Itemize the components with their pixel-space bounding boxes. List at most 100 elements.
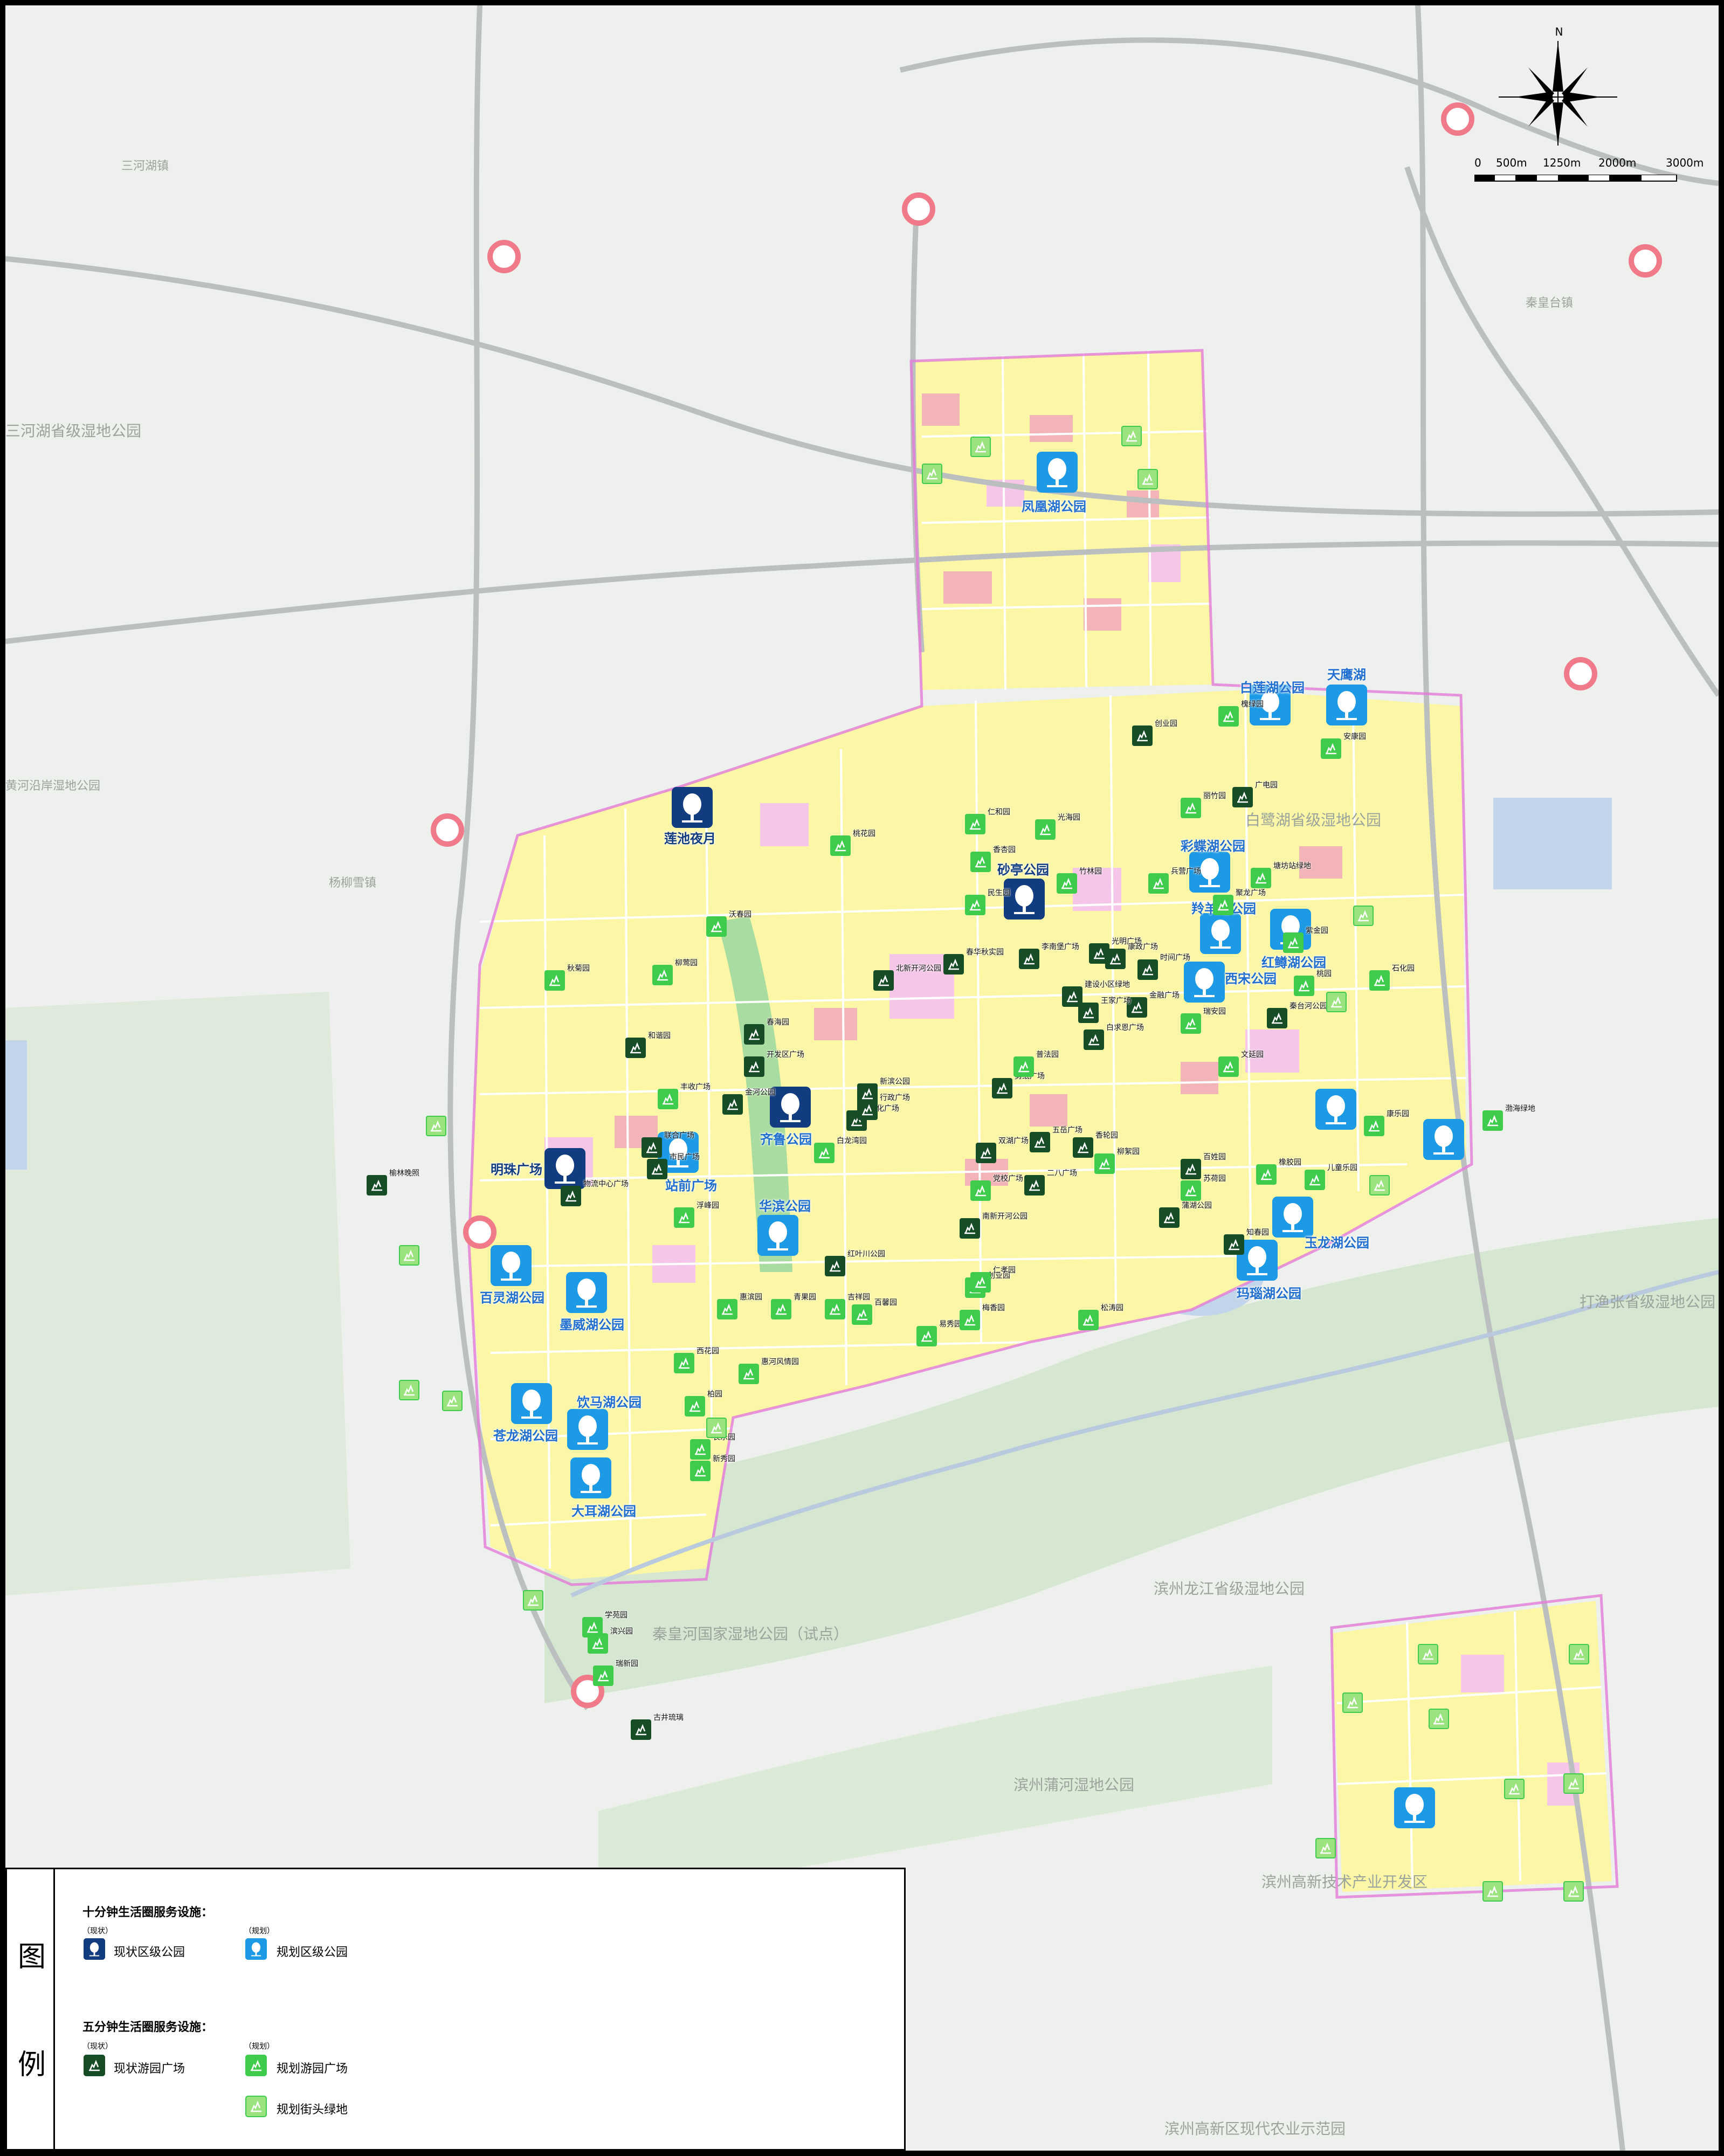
square-marker[interactable] bbox=[652, 965, 673, 985]
street-green-marker[interactable] bbox=[1315, 1838, 1336, 1858]
street-green-marker[interactable] bbox=[442, 1391, 463, 1411]
square-marker[interactable] bbox=[771, 1299, 791, 1319]
square-marker[interactable] bbox=[593, 1666, 613, 1686]
square-marker[interactable] bbox=[965, 895, 985, 915]
square-marker[interactable] bbox=[857, 1100, 878, 1120]
square-marker[interactable] bbox=[1094, 1153, 1115, 1174]
square-marker[interactable] bbox=[1073, 1137, 1093, 1158]
square-marker[interactable] bbox=[1294, 976, 1314, 996]
square-marker[interactable] bbox=[717, 1299, 737, 1319]
square-marker[interactable] bbox=[1030, 1132, 1050, 1152]
street-green-marker[interactable] bbox=[399, 1245, 419, 1266]
park-marker[interactable] bbox=[1004, 879, 1045, 920]
street-green-marker[interactable] bbox=[1418, 1644, 1438, 1664]
square-marker[interactable] bbox=[960, 1218, 980, 1239]
square-marker[interactable] bbox=[1224, 1234, 1244, 1255]
park-marker[interactable] bbox=[511, 1383, 552, 1424]
square-marker[interactable] bbox=[814, 1143, 835, 1163]
square-marker[interactable] bbox=[690, 1439, 711, 1460]
square-marker[interactable] bbox=[1213, 895, 1233, 915]
square-marker[interactable] bbox=[1181, 798, 1201, 818]
street-green-marker[interactable] bbox=[1353, 906, 1374, 926]
park-marker[interactable] bbox=[1423, 1119, 1464, 1160]
street-green-marker[interactable] bbox=[1482, 1881, 1503, 1902]
park-marker[interactable] bbox=[1394, 1787, 1435, 1828]
square-marker[interactable] bbox=[1232, 787, 1253, 807]
square-marker[interactable] bbox=[642, 1137, 662, 1158]
square-marker[interactable] bbox=[1181, 1013, 1201, 1034]
square-marker[interactable] bbox=[1057, 873, 1077, 894]
street-green-marker[interactable] bbox=[426, 1116, 446, 1136]
park-marker[interactable] bbox=[567, 1409, 608, 1450]
street-green-marker[interactable] bbox=[1429, 1709, 1449, 1729]
square-marker[interactable] bbox=[722, 1094, 743, 1115]
square-marker[interactable] bbox=[1105, 949, 1126, 969]
square-marker[interactable] bbox=[1305, 1170, 1325, 1190]
square-marker[interactable] bbox=[674, 1207, 694, 1228]
street-green-marker[interactable] bbox=[1563, 1881, 1584, 1902]
square-marker[interactable] bbox=[706, 916, 727, 937]
square-marker[interactable] bbox=[690, 1461, 711, 1481]
square-marker[interactable] bbox=[1137, 959, 1158, 980]
park-marker[interactable] bbox=[1272, 1197, 1313, 1238]
square-marker[interactable] bbox=[1181, 1180, 1201, 1201]
park-marker[interactable] bbox=[566, 1272, 607, 1313]
square-marker[interactable] bbox=[825, 1299, 845, 1319]
square-marker[interactable] bbox=[830, 835, 851, 856]
square-marker[interactable] bbox=[1218, 1056, 1239, 1077]
park-marker[interactable] bbox=[1326, 685, 1367, 725]
square-marker[interactable] bbox=[588, 1633, 608, 1654]
street-green-marker[interactable] bbox=[1563, 1773, 1584, 1794]
street-green-marker[interactable] bbox=[706, 1418, 727, 1438]
square-marker[interactable] bbox=[976, 1143, 996, 1163]
square-marker[interactable] bbox=[1013, 1056, 1034, 1077]
square-marker[interactable] bbox=[544, 970, 565, 991]
square-marker[interactable] bbox=[1078, 1310, 1099, 1330]
park-marker[interactable] bbox=[1200, 913, 1241, 954]
square-marker[interactable] bbox=[1364, 1116, 1384, 1136]
park-marker[interactable] bbox=[1184, 962, 1225, 1003]
street-green-marker[interactable] bbox=[1326, 992, 1347, 1012]
park-marker[interactable] bbox=[770, 1087, 811, 1128]
square-marker[interactable] bbox=[658, 1089, 678, 1109]
square-marker[interactable] bbox=[739, 1364, 759, 1384]
square-marker[interactable] bbox=[1024, 1175, 1045, 1196]
park-marker[interactable] bbox=[672, 787, 713, 828]
square-marker[interactable] bbox=[1078, 1003, 1099, 1023]
square-marker[interactable] bbox=[367, 1175, 387, 1196]
square-marker[interactable] bbox=[744, 1056, 764, 1077]
park-marker[interactable] bbox=[1037, 452, 1078, 493]
square-marker[interactable] bbox=[1035, 819, 1056, 840]
square-marker[interactable] bbox=[1256, 1164, 1277, 1185]
street-green-marker[interactable] bbox=[1504, 1779, 1525, 1799]
square-marker[interactable] bbox=[631, 1719, 651, 1740]
street-green-marker[interactable] bbox=[1569, 1644, 1589, 1664]
square-marker[interactable] bbox=[1159, 1207, 1180, 1228]
square-marker[interactable] bbox=[970, 1272, 991, 1293]
park-marker[interactable] bbox=[757, 1215, 798, 1256]
square-marker[interactable] bbox=[916, 1326, 937, 1346]
street-green-marker[interactable] bbox=[922, 464, 942, 484]
square-marker[interactable] bbox=[1369, 970, 1390, 991]
square-marker[interactable] bbox=[1321, 738, 1341, 759]
square-marker[interactable] bbox=[965, 814, 985, 834]
square-marker[interactable] bbox=[825, 1256, 845, 1276]
square-marker[interactable] bbox=[1148, 873, 1169, 894]
square-marker[interactable] bbox=[1181, 1159, 1201, 1179]
square-marker[interactable] bbox=[1019, 949, 1039, 969]
square-marker[interactable] bbox=[943, 954, 964, 975]
square-marker[interactable] bbox=[873, 970, 894, 991]
square-marker[interactable] bbox=[1482, 1110, 1503, 1131]
square-marker[interactable] bbox=[970, 852, 991, 872]
square-marker[interactable] bbox=[992, 1078, 1012, 1098]
street-green-marker[interactable] bbox=[970, 437, 991, 457]
square-marker[interactable] bbox=[561, 1186, 581, 1206]
square-marker[interactable] bbox=[744, 1024, 764, 1045]
square-marker[interactable] bbox=[647, 1159, 667, 1179]
park-marker[interactable] bbox=[1315, 1089, 1356, 1130]
park-marker[interactable] bbox=[491, 1245, 532, 1286]
square-marker[interactable] bbox=[1283, 932, 1304, 953]
street-green-marker[interactable] bbox=[1342, 1692, 1363, 1713]
square-marker[interactable] bbox=[960, 1310, 980, 1330]
street-green-marker[interactable] bbox=[1369, 1175, 1390, 1196]
